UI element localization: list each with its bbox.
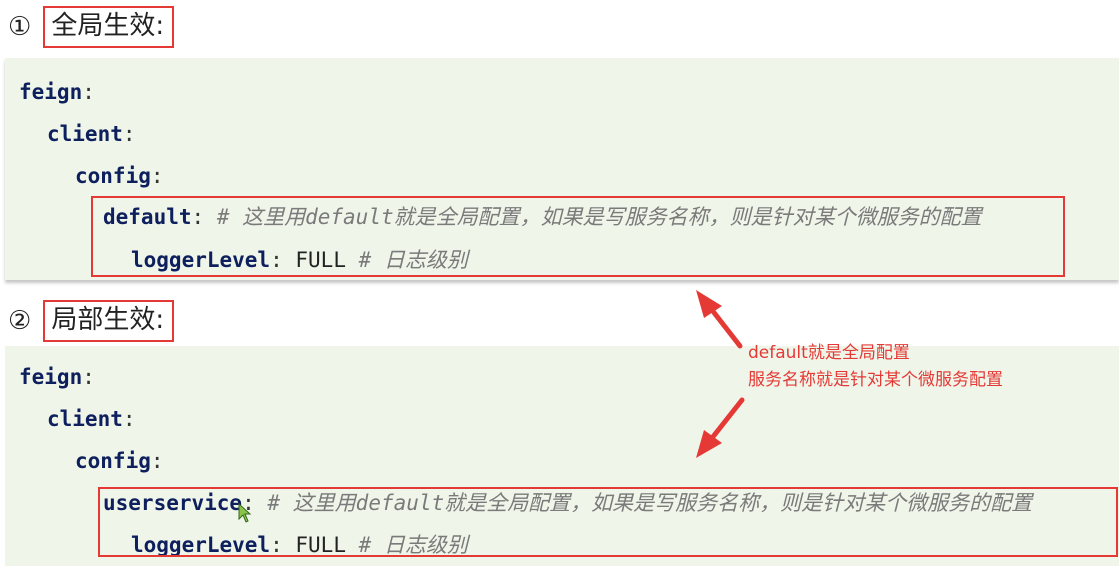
annotation-line1: default就是全局配置 xyxy=(748,343,910,363)
mouse-cursor-icon xyxy=(238,503,252,523)
annotation-line2: 服务名称就是针对某个微服务配置 xyxy=(748,370,1003,390)
arrow-down-icon xyxy=(696,397,745,458)
annotation-arrows xyxy=(696,290,745,458)
annotation-note: default就是全局配置 服务名称就是针对某个微服务配置 xyxy=(748,340,1003,394)
arrow-up-icon xyxy=(696,290,743,349)
